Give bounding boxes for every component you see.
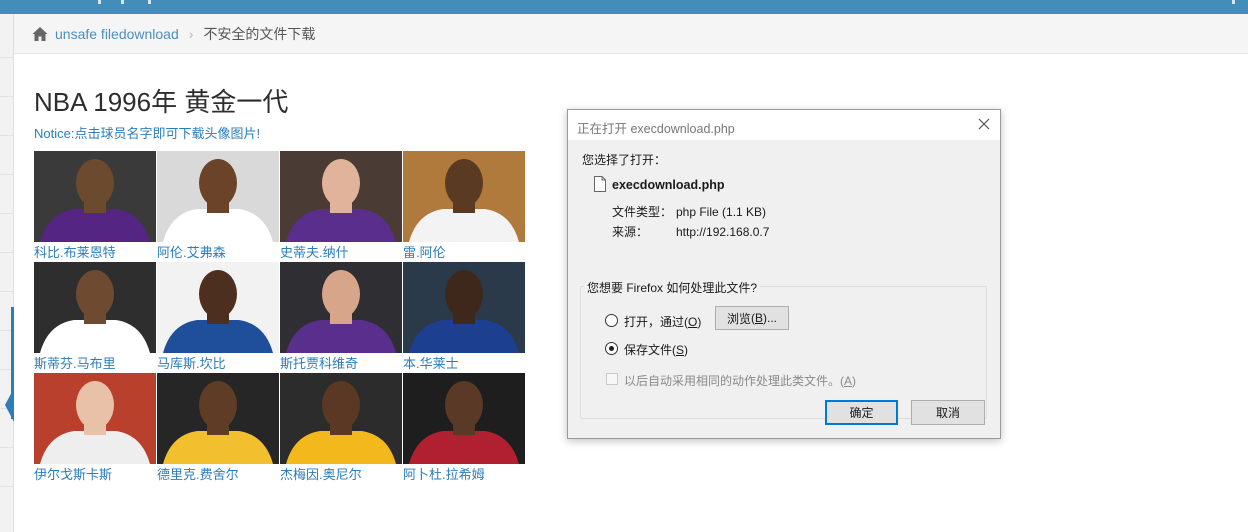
top-navbar <box>0 0 1248 14</box>
player-name-link[interactable]: 斯蒂芬.马布里 <box>34 353 116 372</box>
home-icon[interactable] <box>32 26 48 42</box>
player-name-link[interactable]: 阿伦.艾弗森 <box>157 242 226 261</box>
player-photo <box>403 262 525 353</box>
dialog-titlebar: 正在打开 execdownload.php <box>568 110 1000 140</box>
open-file-dialog: 正在打开 execdownload.php 您选择了打开： execdownlo… <box>567 109 1001 439</box>
save-file-label[interactable]: 保存文件(S) <box>624 341 688 358</box>
player-photo <box>34 373 156 464</box>
player-photo <box>403 151 525 242</box>
player-card: 雷.阿伦 <box>403 151 525 261</box>
player-name-link[interactable]: 雷.阿伦 <box>403 242 446 261</box>
open-with-label[interactable]: 打开，通过(O) <box>624 313 701 330</box>
player-photo <box>403 373 525 464</box>
save-file-radio[interactable] <box>605 342 618 355</box>
file-icon <box>594 176 606 192</box>
breadcrumb-link[interactable]: unsafe filedownload <box>55 26 179 42</box>
file-type-row: 文件类型： php File (1.1 KB) <box>612 203 766 220</box>
breadcrumb: unsafe filedownload › 不安全的文件下载 <box>14 14 1248 54</box>
navbar-fragment <box>98 0 101 4</box>
player-name-link[interactable]: 马库斯.坎比 <box>157 353 226 372</box>
player-card: 杰梅因.奥尼尔 <box>280 373 402 483</box>
player-card: 德里克.费舍尔 <box>157 373 279 483</box>
player-photo <box>280 262 402 353</box>
player-name-link[interactable]: 科比.布莱恩特 <box>34 242 116 261</box>
player-photo <box>280 151 402 242</box>
player-name-link[interactable]: 阿卜杜.拉希姆 <box>403 464 485 483</box>
browse-button[interactable]: 浏览(B)... <box>715 306 789 330</box>
notice-text: Notice:点击球员名字即可下载头像图片! <box>34 126 261 141</box>
auto-action-checkbox[interactable] <box>606 373 618 385</box>
breadcrumb-separator-icon: › <box>188 25 194 42</box>
file-source-value: http://192.168.0.7 <box>676 225 770 239</box>
close-icon[interactable] <box>976 116 992 132</box>
page-title: NBA 1996年 黄金一代 <box>34 87 289 117</box>
file-name: execdownload.php <box>612 178 725 192</box>
player-name-link[interactable]: 本.华莱士 <box>403 353 459 372</box>
navbar-fragment <box>121 0 124 4</box>
breadcrumb-current: 不安全的文件下载 <box>203 25 316 42</box>
dialog-intro: 您选择了打开： <box>582 153 667 167</box>
player-name-link[interactable]: 史蒂夫.纳什 <box>280 242 349 261</box>
player-card: 科比.布莱恩特 <box>34 151 156 261</box>
dialog-title: 正在打开 execdownload.php <box>577 122 735 136</box>
player-photo <box>34 151 156 242</box>
player-photo <box>280 373 402 464</box>
player-card: 斯蒂芬.马布里 <box>34 262 156 372</box>
action-question: 您想要 Firefox 如何处理此文件? <box>584 279 761 296</box>
player-photo <box>34 262 156 353</box>
cancel-button[interactable]: 取消 <box>911 400 985 425</box>
player-card: 斯托贾科维奇 <box>280 262 402 372</box>
player-card: 史蒂夫.纳什 <box>280 151 402 261</box>
file-type-key: 文件类型： <box>612 205 673 219</box>
file-source-key: 来源： <box>612 225 649 239</box>
ok-button[interactable]: 确定 <box>825 400 898 425</box>
file-source-row: 来源： http://192.168.0.7 <box>612 223 769 240</box>
player-photo <box>157 262 279 353</box>
player-name-link[interactable]: 斯托贾科维奇 <box>280 353 358 372</box>
sidebar-active-arrow-icon <box>5 388 14 422</box>
sidebar-collapsed <box>0 14 14 532</box>
file-type-value: php File (1.1 KB) <box>676 205 767 219</box>
player-card: 伊尔戈斯卡斯 <box>34 373 156 483</box>
player-card: 马库斯.坎比 <box>157 262 279 372</box>
player-photo <box>157 151 279 242</box>
navbar-fragment <box>148 0 151 4</box>
player-name-link[interactable]: 伊尔戈斯卡斯 <box>34 464 112 483</box>
player-card: 阿伦.艾弗森 <box>157 151 279 261</box>
player-name-link[interactable]: 杰梅因.奥尼尔 <box>280 464 362 483</box>
navbar-fragment <box>1232 0 1235 4</box>
open-with-radio[interactable] <box>605 314 618 327</box>
auto-action-label[interactable]: 以后自动采用相同的动作处理此类文件。(A) <box>624 372 856 389</box>
player-name-link[interactable]: 德里克.费舍尔 <box>157 464 239 483</box>
player-photo <box>157 373 279 464</box>
player-card: 阿卜杜.拉希姆 <box>403 373 525 483</box>
player-card: 本.华莱士 <box>403 262 525 372</box>
